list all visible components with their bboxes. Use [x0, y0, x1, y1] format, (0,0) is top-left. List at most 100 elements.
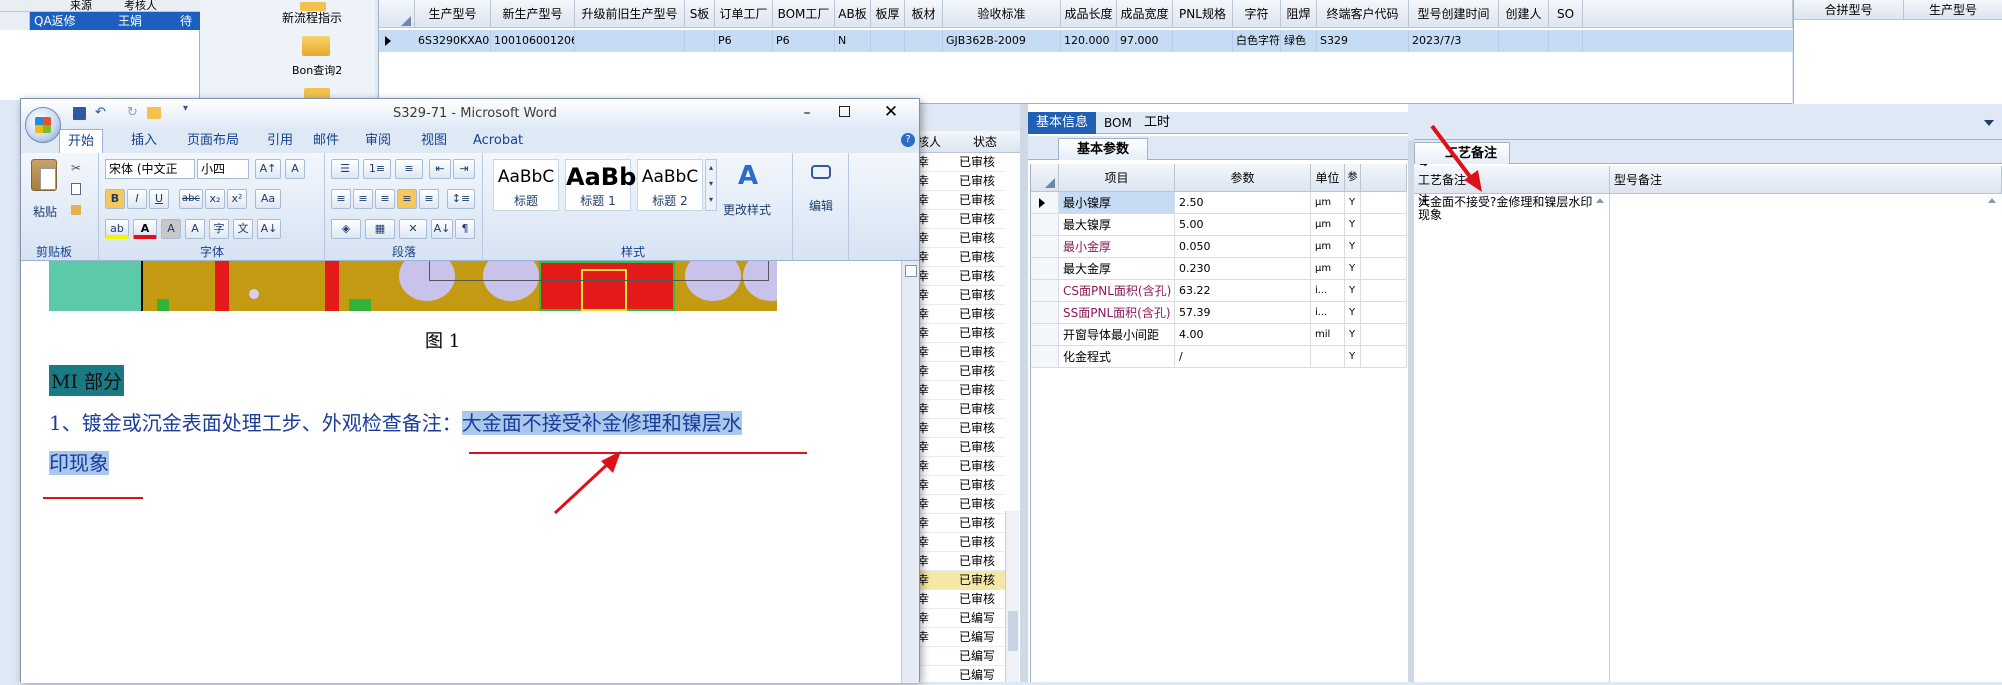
top-grid-header[interactable]: S板	[685, 0, 715, 28]
scroll-thumb[interactable]	[1008, 611, 1018, 651]
ribbon-tab-7[interactable]: Acrobat	[473, 129, 523, 153]
param-value[interactable]: /	[1175, 346, 1311, 368]
decrease-indent-button[interactable]: ⇤	[429, 159, 451, 179]
word-vertical-scrollbar[interactable]	[901, 261, 919, 683]
top-grid-cell[interactable]: 2023/7/3	[1409, 30, 1499, 52]
shading-button[interactable]: ◈	[331, 219, 361, 239]
multilevel-button[interactable]: ≡	[395, 159, 423, 179]
top-grid-cell[interactable]	[1173, 30, 1233, 52]
top-grid-header[interactable]: 终端客户代码	[1317, 0, 1409, 28]
enclose-char-button[interactable]: 字	[209, 219, 229, 239]
ribbon-tab-6[interactable]: 视图	[421, 129, 447, 153]
bon-query-label[interactable]: Bon查询2	[292, 62, 342, 78]
top-grid-header[interactable]: 字符	[1233, 0, 1281, 28]
top-grid-cell[interactable]	[575, 30, 685, 52]
strikethrough-button[interactable]: abc	[179, 189, 203, 209]
tab-basic-params[interactable]: 基本参数	[1058, 138, 1148, 160]
top-grid-header[interactable]: 型号创建时间	[1409, 0, 1499, 28]
maximize-button[interactable]	[839, 106, 850, 117]
top-grid-cell[interactable]: 97.000	[1117, 30, 1173, 52]
new-flow-indicator-label[interactable]: 新流程指示	[282, 9, 342, 26]
top-grid-header[interactable]: 订单工厂	[715, 0, 773, 28]
param-row[interactable]: 最大金厚 0.230 μm Y	[1031, 258, 1407, 280]
top-grid-header[interactable]: 新生产型号	[491, 0, 575, 28]
highlight-button[interactable]: ab	[105, 219, 129, 239]
header-production-model[interactable]: 生产型号	[1904, 0, 2002, 20]
top-grid-header[interactable]: BOM工厂	[773, 0, 835, 28]
tab-basic-info[interactable]: 基本信息	[1028, 112, 1096, 134]
char-shading-button[interactable]: A	[161, 219, 181, 239]
top-grid-cell[interactable]: 120.000	[1061, 30, 1117, 52]
binoculars-icon[interactable]	[811, 165, 831, 179]
ribbon-tab-1[interactable]: 插入	[131, 129, 157, 153]
top-grid-header[interactable]: 板材	[905, 0, 943, 28]
top-grid-cell[interactable]: GJB362B-2009	[943, 30, 1061, 52]
font-size-box[interactable]: 小四	[197, 159, 249, 179]
param-row[interactable]: 开窗导体最小间距 4.00 mil Y	[1031, 324, 1407, 346]
close-button[interactable]: ✕	[881, 101, 901, 123]
tab-work-hours[interactable]: 工时	[1144, 112, 1170, 134]
param-row[interactable]: 最小镍厚 2.50 μm Y	[1031, 192, 1407, 214]
param-value[interactable]: 0.050	[1175, 236, 1311, 258]
ribbon-tab-2[interactable]: 页面布局	[187, 129, 239, 153]
redo-icon[interactable]: ↻	[127, 105, 138, 120]
top-grid-cell[interactable]	[1549, 30, 1583, 52]
top-grid-header[interactable]: 验收标准	[943, 0, 1061, 28]
paste-label[interactable]: 粘贴	[33, 203, 57, 220]
top-grid-cell[interactable]: 6S3290KXA0	[415, 30, 491, 52]
align-center-button[interactable]: ≡	[353, 189, 373, 209]
top-grid-cell[interactable]: P6	[773, 30, 835, 52]
param-value[interactable]: 0.230	[1175, 258, 1311, 280]
top-grid-header[interactable]: SO	[1549, 0, 1583, 28]
undo-icon[interactable]: ↶	[95, 105, 106, 120]
scroll-up-icon[interactable]	[1988, 198, 1996, 203]
top-grid-header[interactable]: 成品长度	[1061, 0, 1117, 28]
top-grid-cell[interactable]: P6	[715, 30, 773, 52]
grow-font-button[interactable]: A↑	[255, 159, 281, 179]
expand-icon[interactable]	[1984, 120, 1994, 126]
save-icon[interactable]	[73, 107, 86, 120]
numbering-button[interactable]: 1≡	[363, 159, 391, 179]
office-button[interactable]	[25, 107, 61, 143]
param-value[interactable]: 57.39	[1175, 302, 1311, 324]
param-row[interactable]: 最小金厚 0.050 μm Y	[1031, 236, 1407, 258]
format-painter-icon[interactable]	[71, 205, 81, 215]
minimize-button[interactable]: –	[797, 105, 817, 121]
para-line-2[interactable]: 印现象	[49, 447, 109, 476]
increase-indent-button[interactable]: ⇥	[453, 159, 475, 179]
phonetic-button[interactable]: 文	[233, 219, 253, 239]
folder-icon[interactable]	[302, 36, 330, 56]
customize-qat-icon[interactable]: ▾	[183, 103, 188, 114]
header-merge-model[interactable]: 合拼型号	[1794, 0, 1904, 20]
clear-format-button[interactable]: A	[285, 159, 305, 179]
styles-scroll[interactable]: ▴ ▾ ▾	[705, 159, 717, 211]
model-remarks-cell[interactable]	[1610, 194, 2002, 682]
top-grid-cell[interactable]	[871, 30, 905, 52]
style-preset[interactable]: AaBb 标题 1	[565, 159, 636, 211]
params-header-flag[interactable]: 参	[1345, 164, 1361, 192]
align-left-button[interactable]: ≡	[331, 189, 351, 209]
line-spacing-button[interactable]: ↕≡	[447, 189, 475, 209]
font-color-button[interactable]: A	[133, 219, 157, 239]
top-grid-header[interactable]: PNL规格	[1173, 0, 1233, 28]
top-grid-header[interactable]: 生产型号	[415, 0, 491, 28]
ribbon-tab-0[interactable]: 开始	[59, 129, 104, 153]
ribbon-tab-4[interactable]: 邮件	[313, 129, 339, 153]
top-grid-header[interactable]: 板厚	[871, 0, 905, 28]
italic-button[interactable]: I	[127, 189, 147, 209]
change-case-button[interactable]: Aa	[255, 189, 281, 209]
top-grid-cell[interactable]	[905, 30, 943, 52]
top-grid-cell[interactable]: S329	[1317, 30, 1409, 52]
style-preset[interactable]: AaBbC 标题 2	[637, 159, 703, 211]
paste-icon[interactable]	[31, 159, 57, 191]
top-grid-cell[interactable]: 10010600120644	[491, 30, 575, 52]
param-value[interactable]: 2.50	[1175, 192, 1311, 214]
process-note-cell[interactable]: 大金面不接受?金修理和镍层水印现象	[1414, 194, 1610, 682]
cut-icon[interactable]: ✂	[71, 161, 81, 175]
top-grid-cell[interactable]: 绿色	[1281, 30, 1317, 52]
top-grid-header[interactable]: 阻焊	[1281, 0, 1317, 28]
font-name-box[interactable]: 宋体 (中文正	[105, 159, 195, 179]
param-value[interactable]: 5.00	[1175, 214, 1311, 236]
params-header-value[interactable]: 参数	[1175, 164, 1311, 192]
params-header-unit[interactable]: 单位	[1311, 164, 1345, 192]
